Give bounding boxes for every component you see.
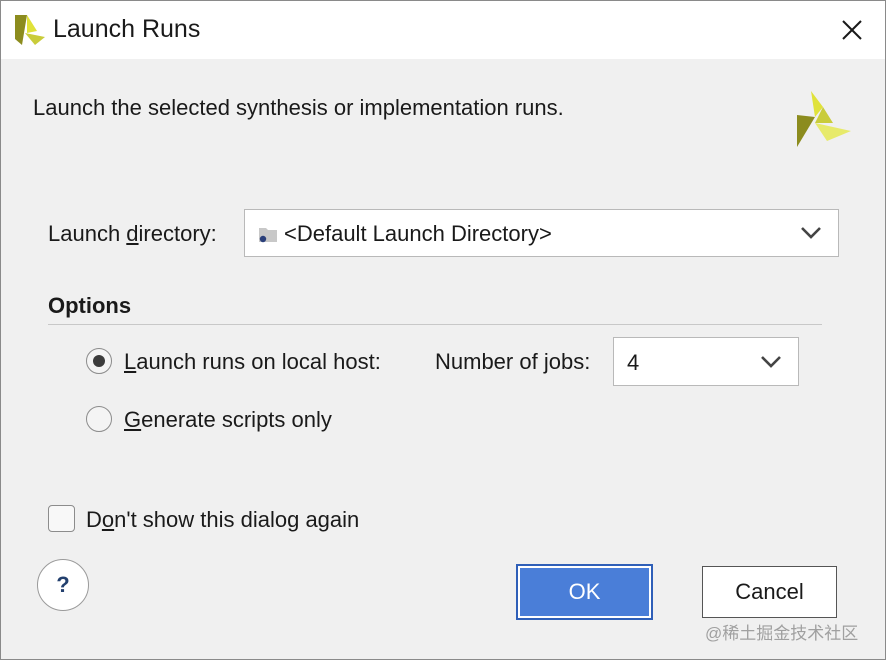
options-heading: Options xyxy=(48,293,132,318)
number-of-jobs-label: Number of jobs: xyxy=(435,349,591,374)
generate-scripts-radio[interactable] xyxy=(86,406,112,432)
vivado-logo-icon xyxy=(15,15,45,45)
number-of-jobs-value: 4 xyxy=(627,350,640,375)
chevron-down-icon xyxy=(761,356,781,368)
folder-icon xyxy=(259,228,277,243)
dont-show-checkbox[interactable] xyxy=(48,505,75,532)
dont-show-label[interactable]: Don't show this dialog again xyxy=(86,507,359,533)
vivado-logo-icon xyxy=(797,91,851,147)
watermark: @稀土掘金技术社区 xyxy=(705,624,859,643)
cancel-button[interactable]: Cancel xyxy=(702,566,837,618)
local-host-radio[interactable] xyxy=(86,348,112,374)
number-of-jobs-dropdown[interactable]: 4 xyxy=(613,337,799,386)
launch-directory-value: <Default Launch Directory> xyxy=(284,221,552,246)
local-host-label[interactable]: Launch runs on local host: xyxy=(124,349,381,375)
options-separator xyxy=(48,324,822,325)
close-button[interactable] xyxy=(827,7,877,53)
window-title: Launch Runs xyxy=(53,15,201,43)
dialog-description: Launch the selected synthesis or impleme… xyxy=(33,95,564,120)
title-bar: Launch Runs xyxy=(1,1,885,59)
help-button[interactable]: ? xyxy=(37,559,89,611)
launch-directory-label: Launch directory: xyxy=(48,221,217,246)
launch-directory-dropdown[interactable]: <Default Launch Directory> xyxy=(244,209,839,257)
launch-runs-dialog: Launch Runs Launch the selected synthesi… xyxy=(0,0,886,660)
chevron-down-icon xyxy=(801,227,821,239)
ok-button[interactable]: OK xyxy=(516,564,653,620)
close-icon xyxy=(842,20,862,40)
generate-scripts-label[interactable]: Generate scripts only xyxy=(124,407,332,433)
